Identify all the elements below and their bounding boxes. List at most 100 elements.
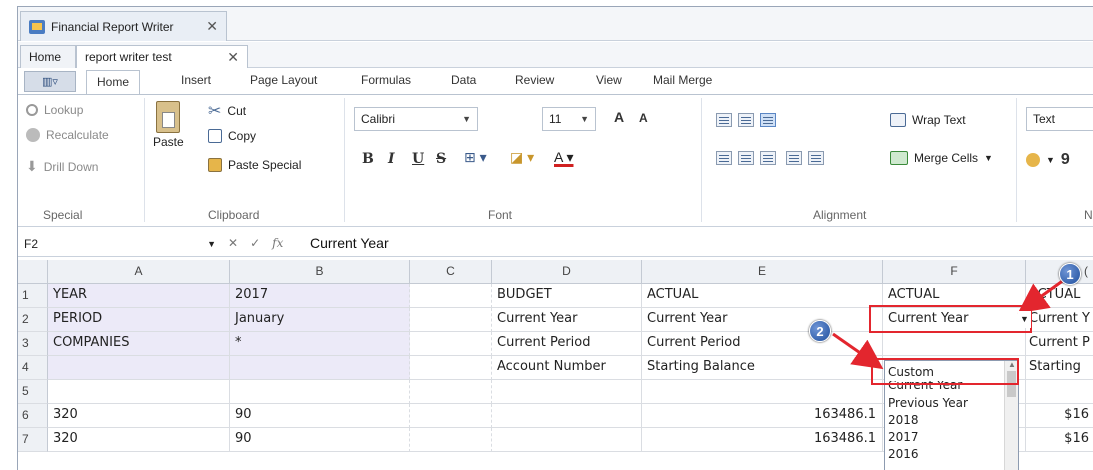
cell-e7[interactable]: 163486.1 bbox=[642, 428, 883, 452]
decrease-indent-icon[interactable] bbox=[786, 151, 802, 165]
align-bottom-icon[interactable] bbox=[760, 113, 776, 127]
row-header[interactable]: 7 bbox=[18, 428, 48, 452]
file-menu-button[interactable]: ▥▿ bbox=[24, 71, 76, 92]
paste-button[interactable]: Paste bbox=[153, 101, 184, 149]
window-tab[interactable]: Financial Report Writer ✕ bbox=[20, 11, 227, 41]
row-header[interactable]: 4 bbox=[18, 356, 48, 380]
cell-g3[interactable]: Current P bbox=[1026, 332, 1093, 356]
select-all-corner[interactable] bbox=[18, 260, 48, 284]
cell-g4[interactable]: Starting bbox=[1026, 356, 1093, 380]
cell-d3[interactable]: Current Period bbox=[492, 332, 642, 356]
align-top-icon[interactable] bbox=[716, 113, 732, 127]
shrink-font-button[interactable]: A bbox=[639, 111, 648, 125]
column-header-c[interactable]: C bbox=[410, 260, 492, 284]
dropdown-option-2016[interactable]: 2016 bbox=[887, 447, 1003, 463]
cell-e1[interactable]: ACTUAL bbox=[642, 284, 883, 308]
underline-button[interactable]: U bbox=[412, 151, 424, 167]
cell-c6[interactable] bbox=[410, 404, 492, 428]
cell-c1[interactable] bbox=[410, 284, 492, 308]
cell-d4[interactable]: Account Number bbox=[492, 356, 642, 380]
align-center-icon[interactable] bbox=[738, 151, 754, 165]
cell-d7[interactable] bbox=[492, 428, 642, 452]
cell-dropdown-button[interactable]: ▼ bbox=[1018, 311, 1031, 328]
cell-b3[interactable]: * bbox=[230, 332, 410, 356]
check-icon[interactable]: ✓ bbox=[250, 236, 260, 250]
merge-cells-button[interactable]: Merge Cells ▼ bbox=[890, 151, 993, 165]
italic-button[interactable]: I bbox=[388, 151, 395, 167]
row-header[interactable]: 1 bbox=[18, 284, 48, 308]
cell-b2[interactable]: January bbox=[230, 308, 410, 332]
doc-tab-home[interactable]: Home bbox=[20, 45, 76, 68]
lookup-button[interactable]: Lookup bbox=[26, 103, 83, 117]
row-header[interactable]: 6 bbox=[18, 404, 48, 428]
cell-b5[interactable] bbox=[230, 380, 410, 404]
cell-f3[interactable] bbox=[883, 332, 1026, 356]
cell-b1[interactable]: 2017 bbox=[230, 284, 410, 308]
row-header[interactable]: 3 bbox=[18, 332, 48, 356]
font-color-icon[interactable]: A ▾ bbox=[554, 149, 573, 166]
cut-button[interactable]: ✂ Cut bbox=[208, 101, 246, 121]
align-right-icon[interactable] bbox=[760, 151, 776, 165]
cell-a3[interactable]: COMPANIES bbox=[48, 332, 230, 356]
cell-e4[interactable]: Starting Balance bbox=[642, 356, 883, 380]
doc-tab-report[interactable]: report writer test ✕ bbox=[76, 45, 248, 68]
tab-review[interactable]: Review bbox=[515, 73, 554, 94]
cell-d2[interactable]: Current Year bbox=[492, 308, 642, 332]
cell-b7[interactable]: 90 bbox=[230, 428, 410, 452]
column-header-e[interactable]: E bbox=[642, 260, 883, 284]
column-header-d[interactable]: D bbox=[492, 260, 642, 284]
cell-g6[interactable]: $16 bbox=[1026, 404, 1093, 428]
grow-font-button[interactable]: A bbox=[614, 109, 624, 125]
column-header-f[interactable]: F bbox=[883, 260, 1026, 284]
name-box[interactable]: F2 ▼ bbox=[20, 233, 220, 255]
dropdown-option-2017[interactable]: 2017 bbox=[887, 430, 1003, 446]
percent-style-button[interactable]: 9 bbox=[1061, 151, 1070, 169]
dropdown-option-previous-year[interactable]: Previous Year bbox=[887, 396, 1003, 412]
close-icon[interactable]: ✕ bbox=[206, 18, 218, 35]
cell-d6[interactable] bbox=[492, 404, 642, 428]
cell-a1[interactable]: YEAR bbox=[48, 284, 230, 308]
dropdown-option-2018[interactable]: 2018 bbox=[887, 413, 1003, 429]
copy-button[interactable]: Copy bbox=[208, 129, 256, 143]
column-header-a[interactable]: A bbox=[48, 260, 230, 284]
fill-color-icon[interactable]: ◪ ▾ bbox=[510, 149, 534, 166]
cell-c3[interactable] bbox=[410, 332, 492, 356]
cell-e2[interactable]: Current Year bbox=[642, 308, 883, 332]
tab-home[interactable]: Home bbox=[86, 70, 141, 95]
tab-view[interactable]: View bbox=[596, 73, 622, 94]
strikethrough-button[interactable]: S bbox=[436, 151, 446, 167]
tab-insert[interactable]: Insert bbox=[181, 73, 211, 94]
cell-e6[interactable]: 163486.1 bbox=[642, 404, 883, 428]
cell-a6[interactable]: 320 bbox=[48, 404, 230, 428]
tab-page-layout[interactable]: Page Layout bbox=[250, 73, 317, 94]
align-middle-icon[interactable] bbox=[738, 113, 754, 127]
cell-g7[interactable]: $16 bbox=[1026, 428, 1093, 452]
formula-input[interactable]: Current Year bbox=[310, 235, 389, 251]
tab-formulas[interactable]: Formulas bbox=[361, 73, 411, 94]
row-header[interactable]: 2 bbox=[18, 308, 48, 332]
close-icon[interactable]: ✕ bbox=[227, 49, 239, 66]
cell-e5[interactable] bbox=[642, 380, 883, 404]
wrap-text-button[interactable]: Wrap Text bbox=[890, 113, 966, 127]
cell-a2[interactable]: PERIOD bbox=[48, 308, 230, 332]
font-name-select[interactable]: Calibri ▼ bbox=[354, 107, 478, 131]
tab-mail-merge[interactable]: Mail Merge bbox=[653, 73, 712, 94]
cancel-icon[interactable]: ✕ bbox=[228, 236, 238, 250]
recalculate-button[interactable]: Recalculate bbox=[26, 128, 109, 142]
bold-button[interactable]: B bbox=[362, 151, 374, 167]
align-left-icon[interactable] bbox=[716, 151, 732, 165]
cell-c7[interactable] bbox=[410, 428, 492, 452]
row-header[interactable]: 5 bbox=[18, 380, 48, 404]
borders-icon[interactable]: ⊞ ▾ bbox=[464, 149, 487, 166]
cell-c4[interactable] bbox=[410, 356, 492, 380]
cell-g2[interactable]: Current Y bbox=[1026, 308, 1093, 332]
cell-c2[interactable] bbox=[410, 308, 492, 332]
function-icon[interactable]: fx bbox=[272, 236, 283, 250]
column-header-b[interactable]: B bbox=[230, 260, 410, 284]
accounting-format-button[interactable]: ▼ 9 bbox=[1026, 151, 1070, 169]
cell-c5[interactable] bbox=[410, 380, 492, 404]
cell-a5[interactable] bbox=[48, 380, 230, 404]
cell-a7[interactable]: 320 bbox=[48, 428, 230, 452]
cell-e3[interactable]: Current Period bbox=[642, 332, 883, 356]
drill-down-button[interactable]: ⬇ Drill Down bbox=[26, 158, 98, 175]
